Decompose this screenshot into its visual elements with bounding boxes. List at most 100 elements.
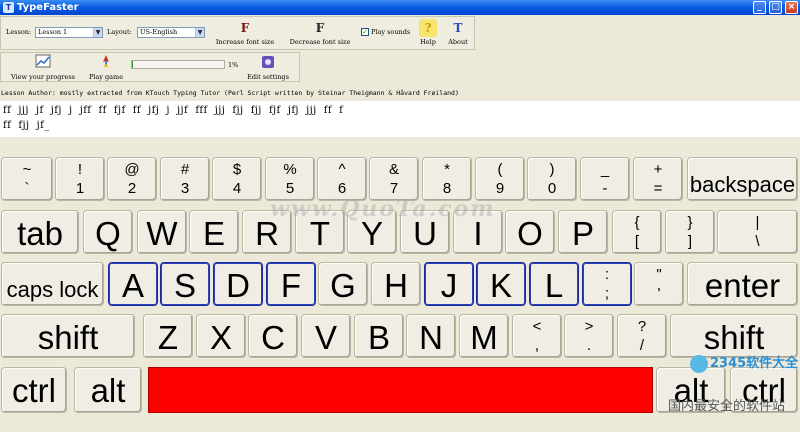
key-l[interactable]: L <box>529 262 579 306</box>
key-shift-label: | <box>755 214 760 231</box>
key-f[interactable]: F <box>266 262 316 306</box>
key-g[interactable]: G <box>318 262 368 306</box>
key-backslash[interactable]: | \ <box>717 210 798 254</box>
key-][interactable]: }] <box>665 210 715 254</box>
key-shift-label: > <box>584 318 594 335</box>
key-label: 7 <box>389 180 399 197</box>
corner-logo-subtitle: 国内最安全的软件站 <box>668 399 786 414</box>
progress-fill <box>132 61 133 68</box>
key-ctrl[interactable]: ctrl <box>1 367 67 413</box>
key--[interactable]: _ - <box>580 157 630 201</box>
key-label: ` <box>24 180 30 197</box>
key-label: = <box>653 180 663 197</box>
key-k[interactable]: K <box>476 262 526 306</box>
key-=[interactable]: + = <box>633 157 683 201</box>
key-9[interactable]: (9 <box>475 157 525 201</box>
key-label: 9 <box>495 180 505 197</box>
key-.[interactable]: >. <box>564 314 614 358</box>
key-n[interactable]: N <box>406 314 456 358</box>
key-4[interactable]: $4 <box>212 157 262 201</box>
key-`[interactable]: ~ ` <box>1 157 53 201</box>
title-bar[interactable]: T TypeFaster _ □ × <box>0 0 800 15</box>
key-label: E <box>202 215 225 252</box>
key-tab[interactable]: tab <box>1 210 79 254</box>
increase-font-button[interactable]: F Increase font size <box>211 19 279 46</box>
rocket-icon <box>97 54 115 72</box>
spacebar-key[interactable] <box>148 367 653 413</box>
key-label: O <box>517 215 543 252</box>
key-6[interactable]: ^ 6 <box>317 157 367 201</box>
key-s[interactable]: S <box>160 262 210 306</box>
close-button[interactable]: × <box>785 1 798 14</box>
key-label: 0 <box>547 180 557 197</box>
key-shift-label: _ <box>600 161 610 178</box>
key-label: 5 <box>285 180 295 197</box>
key-0[interactable]: ) 0 <box>527 157 577 201</box>
key-m[interactable]: M <box>459 314 509 358</box>
key-enter[interactable]: enter <box>687 262 798 306</box>
key-w[interactable]: W <box>137 210 187 254</box>
layout-select[interactable]: US-English ▼ <box>137 27 205 38</box>
key-5[interactable]: % 5 <box>265 157 315 201</box>
key-z[interactable]: Z <box>143 314 193 358</box>
key-label: F <box>280 267 302 304</box>
key-2[interactable]: @2 <box>107 157 157 201</box>
help-button[interactable]: ? Help <box>416 19 440 46</box>
minimize-button[interactable]: _ <box>753 1 766 14</box>
key-c[interactable]: C <box>248 314 298 358</box>
key-shift[interactable]: shift <box>1 314 135 358</box>
key-label: alt <box>90 372 126 409</box>
key-b[interactable]: B <box>354 314 404 358</box>
key-label: V <box>314 319 337 356</box>
decrease-font-label: Decrease font size <box>289 38 351 46</box>
about-button[interactable]: T About <box>446 19 470 46</box>
key-alt[interactable]: alt <box>74 367 142 413</box>
key-/[interactable]: ? / <box>617 314 667 358</box>
key-8[interactable]: * 8 <box>422 157 472 201</box>
key-d[interactable]: D <box>213 262 263 306</box>
key-label: . <box>586 337 592 354</box>
layout-select-value: US-English <box>140 28 178 36</box>
layout-label: Layout: <box>107 28 132 36</box>
edit-settings-button[interactable]: Edit settings <box>242 54 294 81</box>
key-backspace[interactable]: backspace <box>687 157 798 201</box>
key-label: shift <box>703 319 765 356</box>
key-shift-label: ( <box>497 161 503 178</box>
key-label: X <box>209 319 232 356</box>
key-j[interactable]: J <box>424 262 474 306</box>
key-;[interactable]: :; <box>582 262 632 306</box>
key-h[interactable]: H <box>371 262 421 306</box>
chevron-down-icon: ▼ <box>195 28 204 37</box>
key-shift-label: # <box>180 161 190 178</box>
key-x[interactable]: X <box>196 314 246 358</box>
key-p[interactable]: P <box>558 210 608 254</box>
key-a[interactable]: A <box>108 262 158 306</box>
key-label: - <box>602 180 608 197</box>
key-3[interactable]: #3 <box>160 157 210 201</box>
key-shift-label: " <box>656 266 662 283</box>
about-icon: T <box>453 21 463 35</box>
play-sounds-checkbox[interactable]: ✓ <box>361 28 369 36</box>
view-progress-button[interactable]: View your progress <box>8 54 78 81</box>
key-q[interactable]: Q <box>83 210 133 254</box>
key-label: ' <box>657 285 661 302</box>
maximize-button[interactable]: □ <box>769 1 782 14</box>
lesson-select[interactable]: Lesson 1 ▼ <box>35 27 103 38</box>
key-o[interactable]: O <box>505 210 555 254</box>
key-7[interactable]: & 7 <box>369 157 419 201</box>
key-e[interactable]: E <box>189 210 239 254</box>
increase-font-label: Increase font size <box>215 38 275 46</box>
play-game-button[interactable]: Play game <box>86 54 126 81</box>
key-v[interactable]: V <box>301 314 351 358</box>
key-label: Q <box>95 215 121 252</box>
key-label: 8 <box>442 180 452 197</box>
key-,[interactable]: <, <box>512 314 562 358</box>
key-[[interactable]: {[ <box>612 210 662 254</box>
decrease-font-button[interactable]: F Decrease font size <box>285 19 355 46</box>
key-label: [ <box>634 233 640 250</box>
lesson-text-area[interactable]: ff jjj jf jfj j jff ff fjf ff jfj j jjf … <box>0 101 800 137</box>
key-label: Z <box>157 319 179 356</box>
key-1[interactable]: ! 1 <box>55 157 105 201</box>
key-'[interactable]: " ' <box>634 262 684 306</box>
key-caps-lock[interactable]: caps lock <box>1 262 104 306</box>
